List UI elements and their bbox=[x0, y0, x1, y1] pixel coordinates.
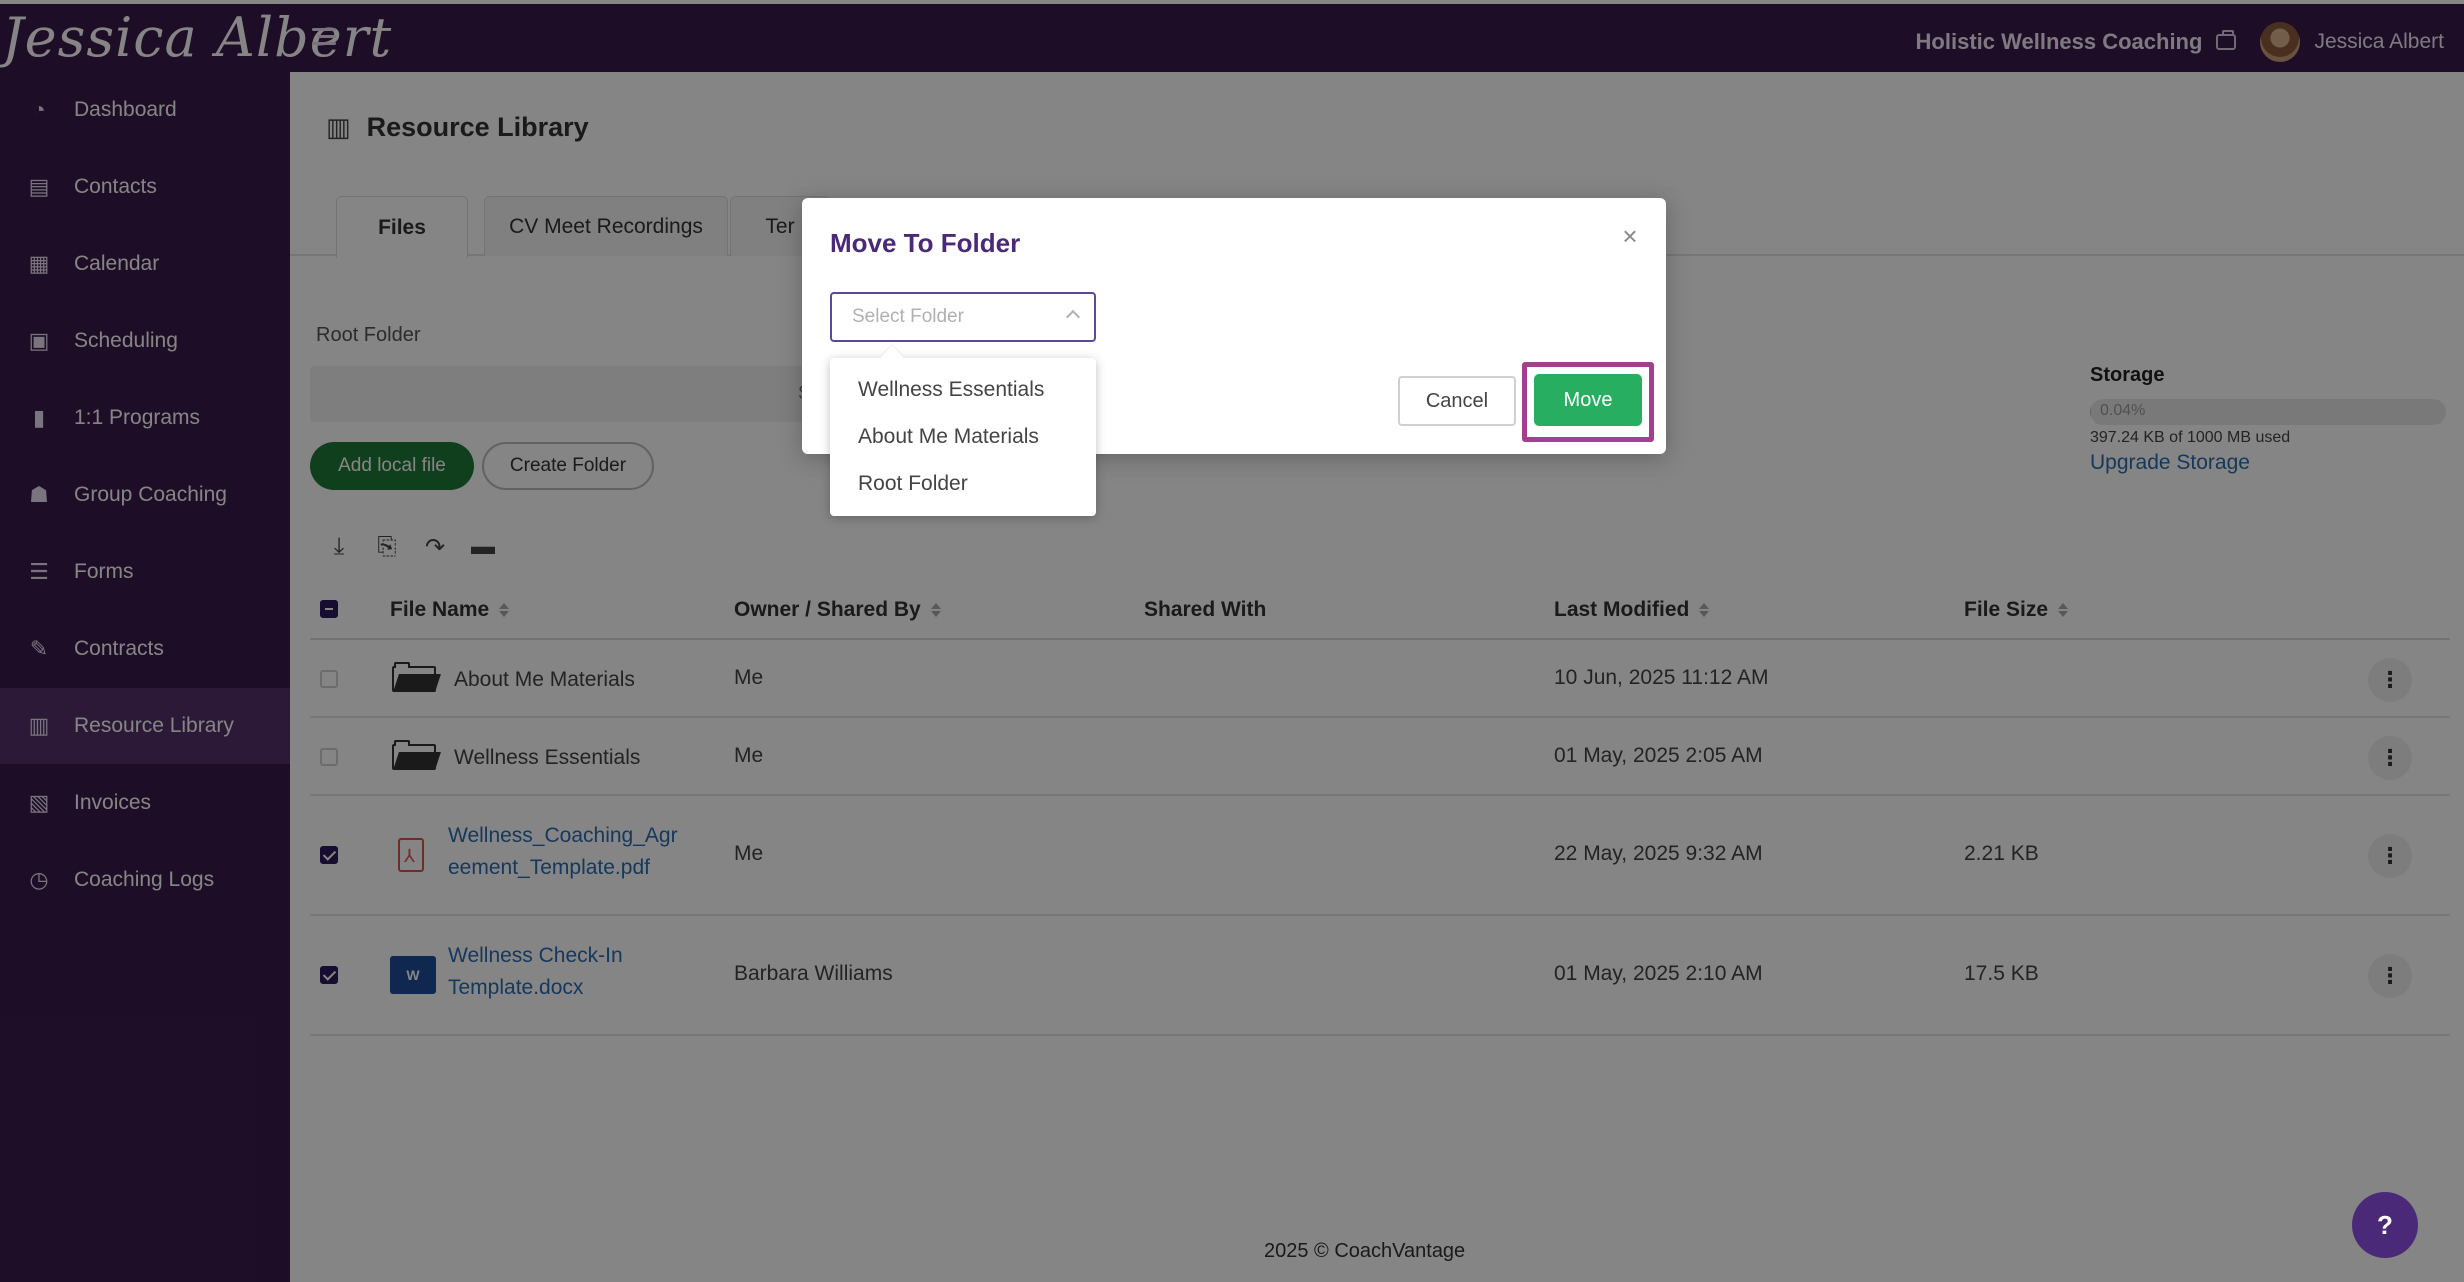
close-icon[interactable]: × bbox=[1616, 221, 1644, 251]
chevron-up-icon bbox=[1065, 309, 1081, 325]
folder-dropdown-menu: Wellness Essentials About Me Materials R… bbox=[830, 358, 1096, 516]
folder-select[interactable]: Select Folder bbox=[830, 292, 1096, 342]
dropdown-option-wellness-essentials[interactable]: Wellness Essentials bbox=[858, 378, 1044, 402]
dialog-title: Move To Folder bbox=[830, 228, 1021, 258]
modal-backdrop[interactable] bbox=[0, 0, 2464, 1282]
select-placeholder: Select Folder bbox=[852, 306, 964, 327]
cancel-button[interactable]: Cancel bbox=[1398, 376, 1516, 426]
dropdown-option-about-me-materials[interactable]: About Me Materials bbox=[858, 425, 1039, 449]
move-button[interactable]: Move bbox=[1534, 374, 1642, 426]
help-button[interactable]: ? bbox=[2352, 1192, 2418, 1258]
dropdown-option-root-folder[interactable]: Root Folder bbox=[858, 472, 968, 496]
